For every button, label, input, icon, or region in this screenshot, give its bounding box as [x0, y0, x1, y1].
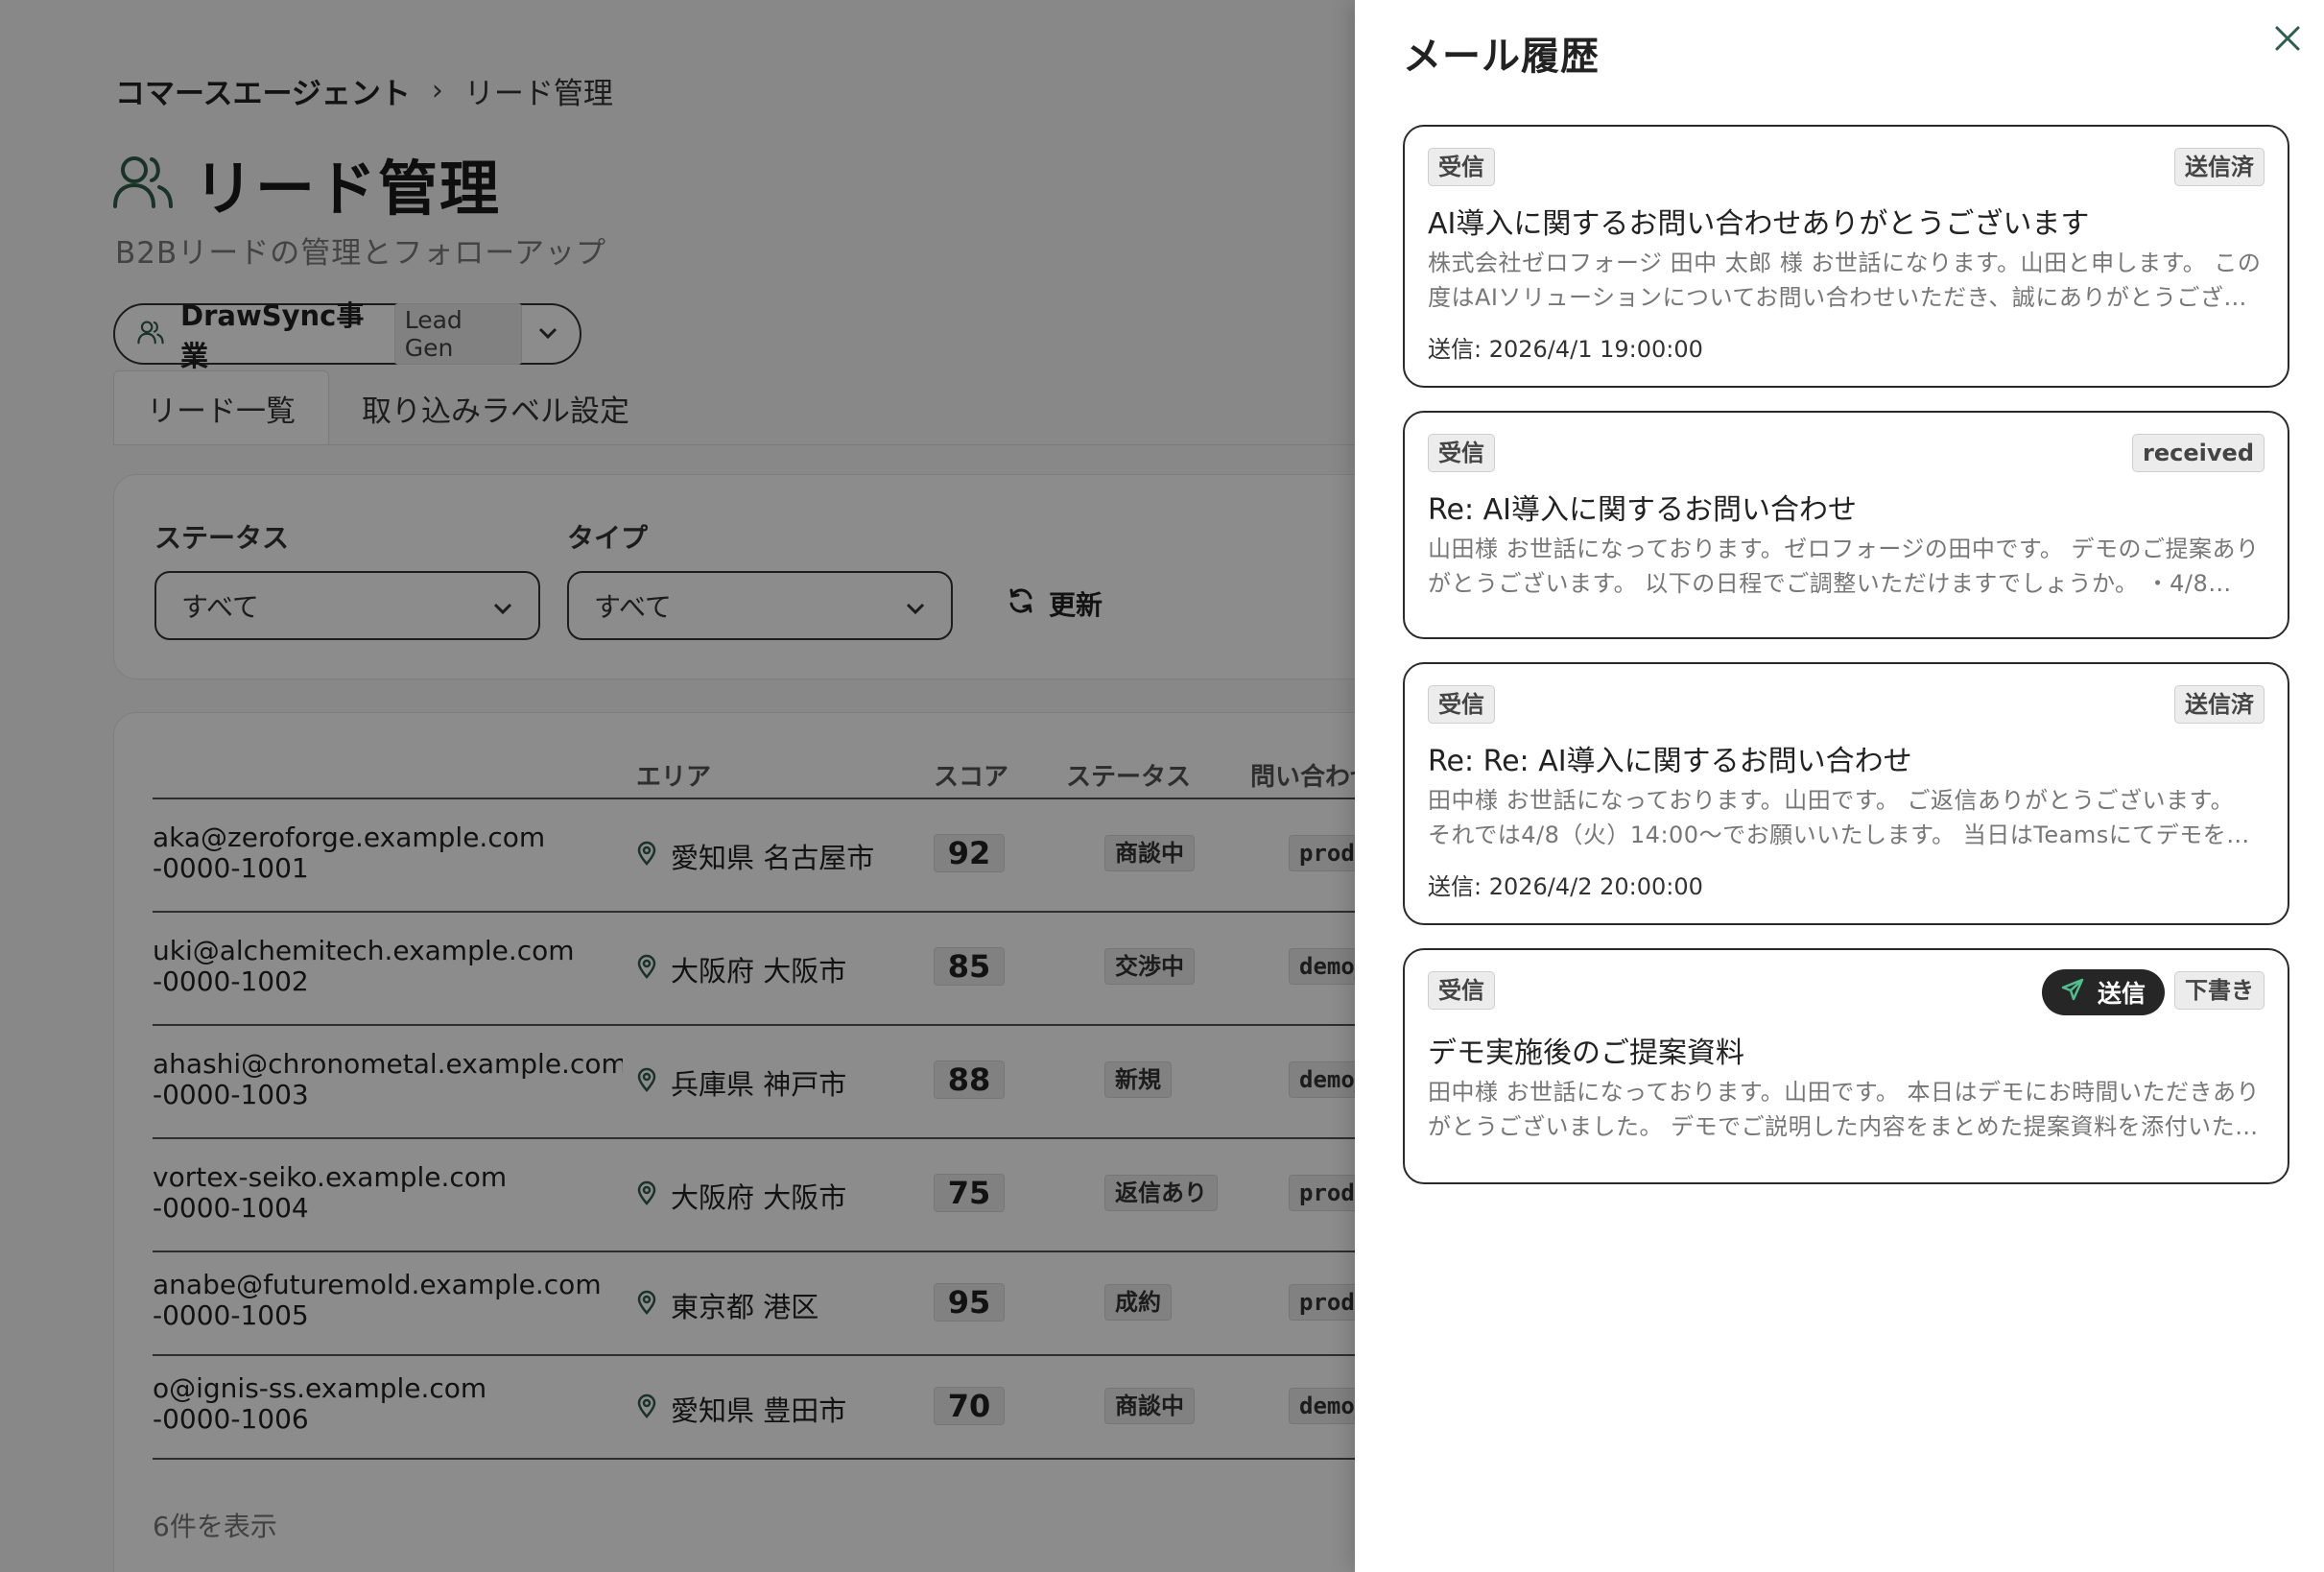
email-card[interactable]: 受信 送信済 Re: Re: AI導入に関するお問い合わせ 田中様 お世話になっ… [1403, 662, 2289, 925]
email-card[interactable]: 受信 received Re: AI導入に関するお問い合わせ 山田様 お世話にな… [1403, 411, 2289, 639]
email-preview: 株式会社ゼロフォージ 田中 太郎 様 お世話になります。山田と申します。 この度… [1428, 250, 2262, 311]
close-icon [2273, 24, 2302, 57]
email-subject: デモ実施後のご提案資料 [1428, 1036, 1744, 1070]
send-icon [2061, 978, 2084, 1007]
close-button[interactable] [2268, 21, 2307, 60]
send-button[interactable]: 送信 [2042, 969, 2166, 1015]
email-sent-time: 送信: 2026/4/2 20:00:00 [1428, 873, 1703, 900]
email-preview: 田中様 お世話になっております。山田です。 本日はデモにお時間いただきありがとう… [1428, 1079, 2261, 1140]
direction-badge: 受信 [1428, 148, 1495, 186]
email-preview: 山田様 お世話になっております。ゼロフォージの田中です。 デモのご提案ありがとう… [1428, 536, 2260, 597]
email-state-badge: 下書き [2174, 971, 2265, 1010]
email-sent-time: 送信: 2026/4/1 19:00:00 [1428, 336, 1703, 363]
modal-backdrop[interactable] [0, 0, 1355, 1572]
send-label: 送信 [2098, 980, 2146, 1008]
email-preview: 田中様 お世話になっております。山田です。 ご返信ありがとうございます。 それで… [1428, 787, 2250, 848]
email-subject: Re: Re: AI導入に関するお問い合わせ [1428, 745, 1912, 778]
direction-badge: 受信 [1428, 685, 1495, 724]
email-subject: AI導入に関するお問い合わせありがとうございます [1428, 207, 2090, 241]
email-state-badge: received [2132, 434, 2265, 472]
direction-badge: 受信 [1428, 434, 1495, 472]
email-state-badge: 送信済 [2174, 148, 2265, 186]
email-state-badge: 送信済 [2174, 685, 2265, 724]
email-card[interactable]: 受信 送信済 AI導入に関するお問い合わせありがとうございます 株式会社ゼロフォ… [1403, 125, 2289, 388]
direction-badge: 受信 [1428, 971, 1495, 1010]
email-history-drawer: メール履歴 受信 送信済 AI導入に関するお問い合わせありがとうございます 株式… [1355, 0, 2324, 1572]
email-card[interactable]: 受信 送信 下書き デモ実施後のご提案資料 田中様 お世話になっております。山田… [1403, 948, 2289, 1184]
drawer-title: メール履歴 [1403, 35, 1600, 79]
email-subject: Re: AI導入に関するお問い合わせ [1428, 493, 1857, 527]
